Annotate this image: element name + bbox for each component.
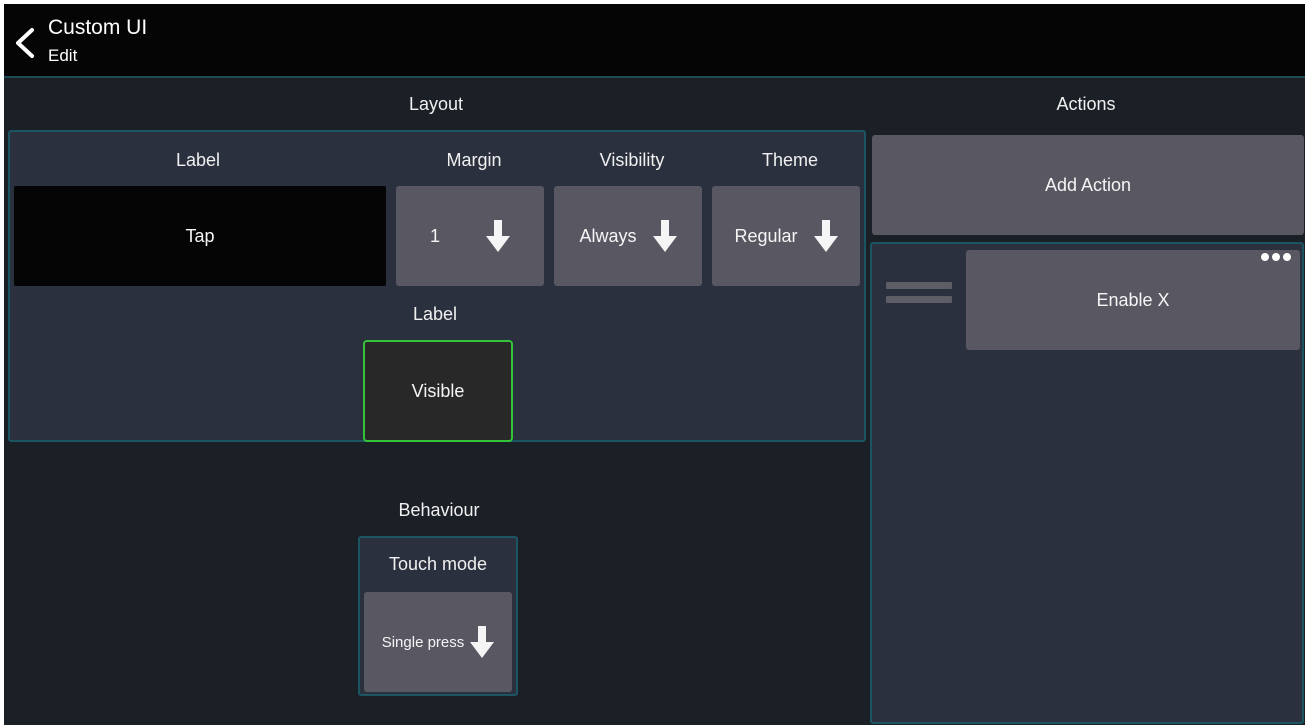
action-item-label: Enable X [1096,289,1170,310]
layout-panel: Label Margin Visibility Theme Tap 1 Alwa… [8,130,866,442]
visibility-value: Always [579,225,637,246]
top-bar: Custom UI Edit [4,4,1305,78]
actions-list-panel: Enable X [870,242,1304,724]
margin-column-title: Margin [446,150,502,170]
visibility-column-title: Visibility [599,150,665,170]
label-text-field[interactable]: Tap [14,186,386,286]
arrow-down-icon [486,220,510,252]
chevron-left-icon[interactable] [12,26,38,60]
label-visibility-title: Label [412,304,458,324]
touch-mode-value: Single press [381,633,465,651]
actions-section-title: Actions [1056,94,1116,114]
layout-section-title: Layout [408,94,464,114]
behaviour-panel: Touch mode Single press [358,536,518,696]
margin-value: 1 [429,225,440,246]
add-action-label: Add Action [1044,174,1132,195]
arrow-down-icon [470,626,495,658]
touch-mode-title: Touch mode [388,554,488,574]
page-subtitle: Edit [48,46,78,65]
app-screen: Custom UI Edit Layout Label Margin Visib… [4,4,1305,725]
label-visibility-toggle[interactable]: Visible [363,340,513,442]
theme-value: Regular [734,225,798,246]
arrow-down-icon [652,220,677,252]
theme-dropdown[interactable]: Regular [712,186,860,286]
add-action-button[interactable]: Add Action [872,135,1304,235]
margin-dropdown[interactable]: 1 [396,186,544,286]
arrow-down-icon [813,220,838,252]
more-horizontal-icon[interactable] [1260,252,1292,262]
drag-handle-icon[interactable] [886,282,952,310]
touch-mode-dropdown[interactable]: Single press [364,592,512,692]
theme-column-title: Theme [761,150,819,170]
action-item[interactable]: Enable X [966,250,1300,350]
behaviour-section-title: Behaviour [398,500,480,520]
label-text-value: Tap [185,225,215,246]
visibility-dropdown[interactable]: Always [554,186,702,286]
label-visibility-value: Visible [411,380,465,401]
label-column-title: Label [175,150,221,170]
page-title: Custom UI [48,16,148,39]
